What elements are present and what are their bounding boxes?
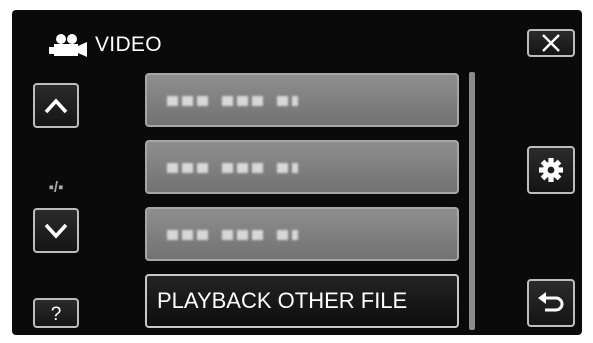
menu-item-3 — [145, 207, 459, 261]
chevron-down-icon — [44, 223, 68, 239]
page-indicator: ▪/▪ — [48, 179, 64, 196]
chevron-up-icon — [44, 97, 68, 113]
settings-button[interactable] — [527, 146, 575, 194]
scroll-up-button[interactable] — [33, 83, 79, 128]
svg-text:?: ? — [51, 304, 62, 323]
menu-item-label: PLAYBACK OTHER FILE — [157, 288, 408, 313]
back-button[interactable] — [527, 279, 575, 327]
playback-other-file-button[interactable]: PLAYBACK OTHER FILE — [145, 274, 459, 328]
blurred-label — [167, 96, 298, 106]
blurred-label — [167, 163, 298, 173]
video-camera-icon — [49, 34, 87, 57]
menu-item-1 — [145, 73, 459, 127]
help-button[interactable]: ? — [33, 298, 79, 328]
return-icon — [538, 292, 564, 312]
scrollbar[interactable] — [469, 72, 475, 330]
question-icon: ? — [51, 304, 62, 323]
menu-item-2 — [145, 140, 459, 194]
close-button[interactable] — [527, 29, 575, 57]
blurred-label — [167, 230, 298, 240]
page-title: VIDEO — [95, 33, 162, 56]
gear-icon — [539, 158, 563, 182]
scroll-down-button[interactable] — [33, 208, 79, 253]
header: VIDEO — [48, 32, 162, 58]
close-icon — [542, 34, 560, 52]
